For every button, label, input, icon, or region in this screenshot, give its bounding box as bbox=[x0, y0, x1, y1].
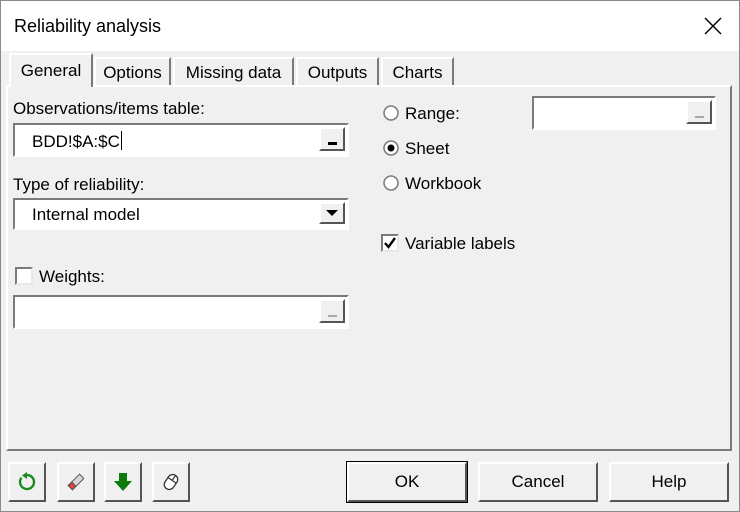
close-icon bbox=[704, 17, 722, 35]
reliability-type-select[interactable]: Internal model bbox=[13, 198, 349, 230]
tab-charts[interactable]: Charts bbox=[381, 57, 454, 87]
observations-value: BDD!$A:$C bbox=[32, 132, 120, 151]
tab-charts-label: Charts bbox=[392, 63, 443, 82]
reliability-type-dropdown-button[interactable] bbox=[319, 202, 345, 224]
title-bar: Reliability analysis bbox=[1, 1, 739, 51]
weights-label: Weights: bbox=[39, 267, 105, 286]
clear-button[interactable] bbox=[57, 462, 95, 502]
mouse-button[interactable] bbox=[152, 462, 190, 502]
tab-outputs-label: Outputs bbox=[307, 63, 368, 82]
select-range-icon bbox=[328, 142, 337, 145]
workbook-radio[interactable] bbox=[382, 174, 400, 192]
text-caret bbox=[120, 131, 122, 150]
reset-icon bbox=[18, 472, 36, 491]
close-button[interactable] bbox=[687, 1, 739, 51]
cancel-button-label: Cancel bbox=[511, 472, 565, 491]
mouse-icon bbox=[163, 473, 179, 491]
down-arrow-icon bbox=[114, 473, 132, 491]
tab-options-label: Options bbox=[103, 63, 162, 82]
tab-general-label: General bbox=[20, 61, 82, 80]
weights-checkbox[interactable] bbox=[15, 267, 33, 285]
help-button[interactable]: Help bbox=[609, 462, 729, 502]
workbook-label: Workbook bbox=[405, 174, 482, 193]
variable-labels-label: Variable labels bbox=[405, 234, 516, 253]
select-range-icon bbox=[695, 116, 704, 118]
ok-button[interactable]: OK bbox=[346, 461, 468, 503]
select-range-icon bbox=[328, 315, 337, 317]
range-radio[interactable] bbox=[382, 104, 400, 122]
general-panel: Observations/items table: BDD!$A:$C Type… bbox=[6, 85, 732, 451]
reliability-type-value: Internal model bbox=[32, 205, 140, 224]
weights-field[interactable] bbox=[13, 295, 349, 329]
tab-general[interactable]: General bbox=[9, 53, 93, 87]
cancel-button[interactable]: Cancel bbox=[478, 462, 598, 502]
ok-button-label: OK bbox=[394, 472, 420, 491]
weights-select-button[interactable] bbox=[319, 299, 345, 323]
reliability-analysis-dialog: Reliability analysis General Options Mis… bbox=[0, 0, 740, 512]
window-title: Reliability analysis bbox=[14, 16, 162, 36]
range-label: Range: bbox=[405, 104, 460, 123]
sheet-label: Sheet bbox=[405, 139, 450, 158]
sheet-radio[interactable] bbox=[382, 139, 400, 157]
variable-labels-checkbox[interactable] bbox=[381, 234, 399, 252]
tab-missing-data-label: Missing data bbox=[185, 63, 282, 82]
tab-options[interactable]: Options bbox=[94, 57, 171, 87]
reset-button[interactable] bbox=[8, 462, 46, 502]
range-field[interactable] bbox=[532, 96, 716, 130]
range-select-button[interactable] bbox=[686, 100, 712, 124]
observations-field[interactable]: BDD!$A:$C bbox=[13, 123, 349, 157]
move-down-button[interactable] bbox=[104, 462, 142, 502]
observations-select-button[interactable] bbox=[319, 127, 345, 151]
tab-outputs[interactable]: Outputs bbox=[296, 57, 379, 87]
tab-missing-data[interactable]: Missing data bbox=[173, 57, 294, 87]
observations-label: Observations/items table: bbox=[13, 99, 205, 118]
reliability-type-label: Type of reliability: bbox=[13, 175, 145, 194]
chevron-down-icon bbox=[326, 210, 338, 216]
checkmark-icon bbox=[384, 237, 396, 249]
help-button-label: Help bbox=[651, 472, 687, 491]
eraser-icon bbox=[67, 473, 85, 491]
